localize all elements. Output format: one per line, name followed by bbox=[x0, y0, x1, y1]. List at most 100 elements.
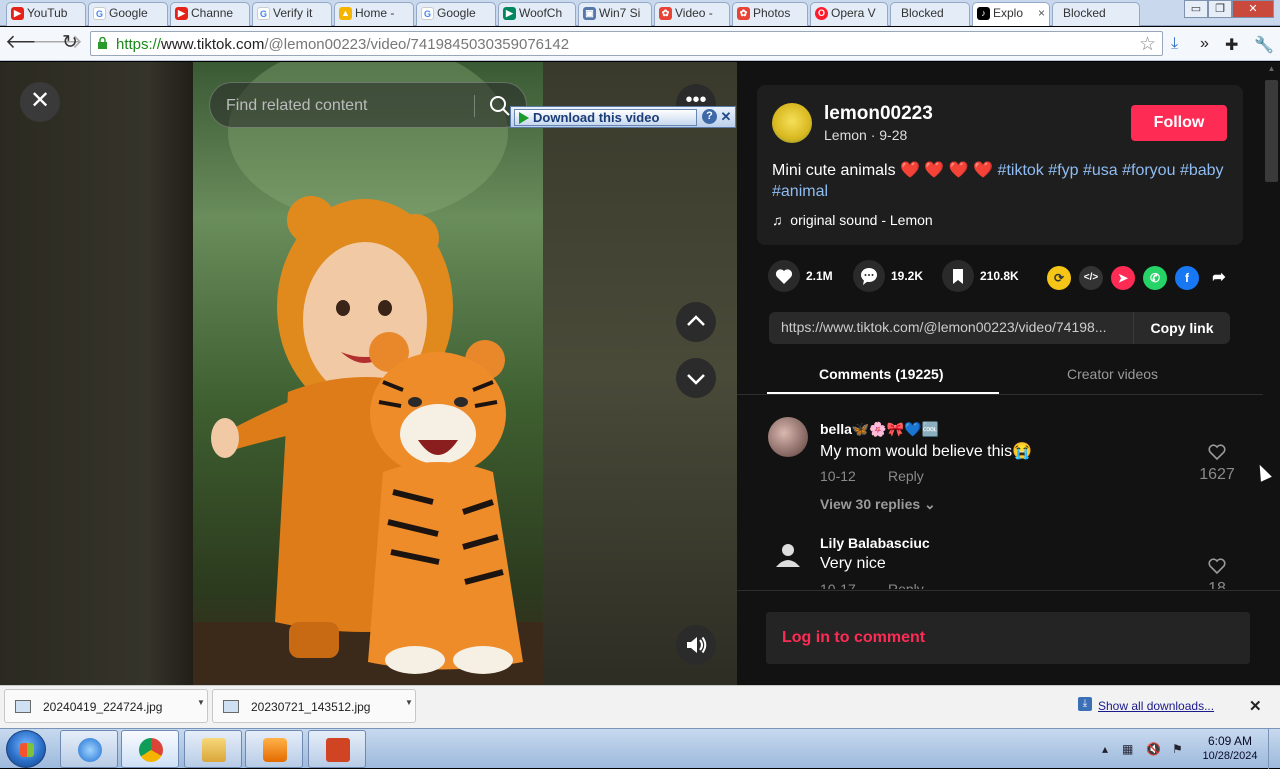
network-icon[interactable]: ▦ bbox=[1122, 742, 1133, 756]
tab-channel[interactable]: ▶ Channe bbox=[170, 2, 250, 26]
download-item[interactable]: 20230721_143512.jpg ▼ bbox=[212, 689, 416, 723]
user-silhouette-icon bbox=[776, 544, 800, 567]
reply-button[interactable]: Reply bbox=[888, 581, 924, 589]
view-replies-button[interactable]: View 30 replies ⌄ bbox=[820, 496, 936, 513]
forward-button[interactable]: 🡒 bbox=[32, 33, 83, 53]
whatsapp-icon[interactable]: ✆ bbox=[1143, 266, 1167, 290]
taskbar-explorer[interactable] bbox=[184, 730, 242, 768]
download-video-toolbar: Download this video ? ✕ bbox=[510, 106, 736, 128]
tab-win7[interactable]: ▣ Win7 Si bbox=[578, 2, 652, 26]
related-search-input[interactable] bbox=[226, 95, 476, 117]
volume-button[interactable] bbox=[676, 625, 716, 665]
embed-code-icon[interactable]: </> bbox=[1079, 266, 1103, 290]
video-player[interactable] bbox=[193, 62, 543, 685]
creator-avatar[interactable] bbox=[772, 103, 812, 143]
hashtag-link[interactable]: #foryou bbox=[1122, 162, 1175, 179]
powerpoint-icon bbox=[326, 738, 350, 762]
tray-expand-icon[interactable]: ▴ bbox=[1102, 742, 1108, 756]
comment-like-icon[interactable] bbox=[1207, 557, 1227, 575]
copy-link-button[interactable]: Copy link bbox=[1133, 312, 1230, 344]
address-bar[interactable]: https://www.tiktok.com/@lemon00223/video… bbox=[90, 31, 1163, 56]
volume-muted-icon[interactable]: 🔇 bbox=[1146, 742, 1161, 756]
follow-button[interactable]: Follow bbox=[1131, 105, 1227, 141]
extensions-overflow-icon[interactable]: » bbox=[1200, 35, 1209, 53]
close-viewer-button[interactable]: ✕ bbox=[20, 82, 60, 122]
close-window-button[interactable]: ✕ bbox=[1232, 0, 1274, 18]
share-arrow-icon[interactable]: ➦ bbox=[1207, 266, 1231, 290]
comment-like-icon[interactable] bbox=[1207, 443, 1227, 461]
repost-icon[interactable]: ⟳ bbox=[1047, 266, 1071, 290]
share-link-box: https://www.tiktok.com/@lemon00223/video… bbox=[769, 312, 1230, 344]
tab-video[interactable]: ✿ Video - bbox=[654, 2, 730, 26]
comment-like-count: 1627 bbox=[1199, 466, 1235, 483]
tab-youtube[interactable]: ▶ YouTub bbox=[6, 2, 86, 26]
hashtag-link[interactable]: #animal bbox=[772, 183, 828, 200]
help-icon[interactable]: ? bbox=[702, 109, 717, 124]
show-desktop-button[interactable] bbox=[1268, 729, 1280, 769]
close-download-bar-icon[interactable]: ✕ bbox=[719, 109, 733, 124]
download-video-button[interactable]: Download this video bbox=[514, 109, 697, 126]
tab-creator-videos[interactable]: Creator videos bbox=[1067, 366, 1158, 382]
maximize-button[interactable]: ❐ bbox=[1208, 0, 1232, 18]
save-count: 210.8K bbox=[980, 269, 1019, 283]
hashtag-link[interactable]: #tiktok bbox=[998, 162, 1044, 179]
taskbar-internet-explorer[interactable] bbox=[60, 730, 118, 768]
reply-button[interactable]: Reply bbox=[888, 468, 924, 484]
login-to-comment-link[interactable]: Log in to comment bbox=[782, 629, 925, 647]
login-to-comment-box[interactable]: Log in to comment bbox=[766, 612, 1250, 664]
tab-photos[interactable]: ✿ Photos bbox=[732, 2, 808, 26]
chevron-down-icon: ⌄ bbox=[924, 496, 936, 512]
hashtag-link[interactable]: #fyp bbox=[1048, 162, 1078, 179]
taskbar-chrome[interactable] bbox=[121, 730, 179, 768]
send-to-friends-icon[interactable]: ➤ bbox=[1111, 266, 1135, 290]
previous-video-button[interactable] bbox=[676, 302, 716, 342]
drive-icon: ▲ bbox=[339, 7, 352, 20]
bookmark-star-icon[interactable]: ☆ bbox=[1139, 33, 1156, 56]
creator-username[interactable]: lemon00223 bbox=[824, 103, 933, 125]
commenter-name[interactable]: bella🦋🌸🎀💙🆒 bbox=[820, 421, 939, 438]
chevron-down-icon[interactable]: ▼ bbox=[405, 698, 413, 707]
scroll-up-arrow[interactable]: ▲ bbox=[1263, 62, 1280, 76]
scrollbar-thumb[interactable] bbox=[1265, 80, 1278, 182]
action-center-flag-icon[interactable]: ⚑ bbox=[1172, 742, 1183, 756]
puzzle-icon[interactable]: ✚ bbox=[1225, 35, 1238, 55]
hashtag-link[interactable]: #usa bbox=[1083, 162, 1118, 179]
download-icon[interactable]: ⤓ bbox=[1171, 35, 1178, 53]
tab-blocked[interactable]: Blocked bbox=[890, 2, 970, 26]
tab-comments[interactable]: Comments (19225) bbox=[819, 366, 944, 382]
tab-google[interactable]: G Google bbox=[88, 2, 168, 26]
reload-button[interactable]: ↻ bbox=[59, 33, 81, 53]
taskbar-powerpoint[interactable] bbox=[308, 730, 366, 768]
wrench-icon[interactable]: 🔧 bbox=[1254, 35, 1274, 55]
tab-close-icon[interactable]: × bbox=[1038, 3, 1045, 24]
panel-scrollbar[interactable]: ▲ bbox=[1263, 64, 1280, 576]
tab-blocked-2[interactable]: Blocked bbox=[1052, 2, 1140, 26]
chevron-up-icon bbox=[687, 315, 705, 326]
tab-verify[interactable]: G Verify it bbox=[252, 2, 332, 26]
minimize-button[interactable]: ▭ bbox=[1184, 0, 1208, 18]
show-all-downloads-link[interactable]: ⤓ Show all downloads... bbox=[1078, 697, 1214, 713]
commenter-avatar-default[interactable] bbox=[768, 535, 808, 575]
tab-opera[interactable]: O Opera V bbox=[810, 2, 888, 26]
close-shelf-button[interactable]: ✕ bbox=[1249, 697, 1262, 715]
music-link[interactable]: ♫ original sound - Lemon bbox=[772, 212, 933, 228]
tab-google-2[interactable]: G Google bbox=[416, 2, 496, 26]
search-icon[interactable] bbox=[490, 96, 510, 116]
facebook-icon[interactable]: f bbox=[1175, 266, 1199, 290]
tab-woofch[interactable]: ▶ WoofCh bbox=[498, 2, 576, 26]
chevron-down-icon[interactable]: ▼ bbox=[197, 698, 205, 707]
tab-explore-active[interactable]: ♪ Explo × bbox=[972, 2, 1050, 26]
commenter-name[interactable]: Lily Balabasciuc bbox=[820, 535, 930, 551]
image-icon: ▣ bbox=[583, 7, 596, 20]
lock-icon bbox=[98, 37, 107, 49]
comment-text: My mom would believe this😭 bbox=[820, 443, 1032, 460]
next-video-button[interactable] bbox=[676, 358, 716, 398]
system-clock[interactable]: 6:09 AM 10/28/2024 bbox=[1195, 734, 1265, 764]
hashtag-link[interactable]: #baby bbox=[1180, 162, 1224, 179]
commenter-avatar[interactable] bbox=[768, 417, 808, 457]
download-item[interactable]: 20240419_224724.jpg ▼ bbox=[4, 689, 208, 723]
back-button[interactable]: 🡐 bbox=[5, 33, 56, 53]
start-button[interactable] bbox=[6, 730, 46, 768]
tab-home[interactable]: ▲ Home - bbox=[334, 2, 414, 26]
taskbar-media-player[interactable] bbox=[245, 730, 303, 768]
